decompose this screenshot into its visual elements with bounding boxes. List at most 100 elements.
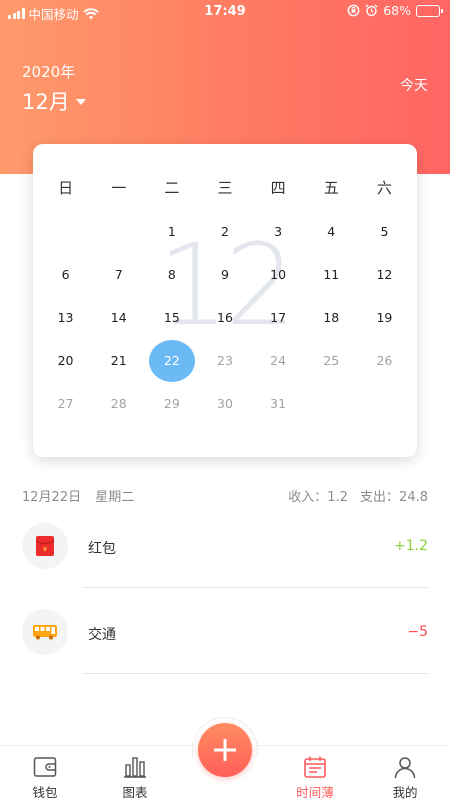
calendar-card: 12 日一二三四五六 1 2 3 4 5 6 7 8 9 10 11 12 13 14 15 16 17 18 19… <box>33 144 417 457</box>
calendar-day[interactable]: 27 <box>39 382 92 425</box>
tab-label: 时间薄 <box>296 785 334 800</box>
calendar-day[interactable]: 9 <box>198 253 251 296</box>
divider <box>82 673 428 674</box>
status-bar: 中国移动 17:49 68% <box>0 0 450 24</box>
calendar-day[interactable]: 8 <box>145 253 198 296</box>
calendar-day-number: 1 <box>167 224 176 239</box>
user-icon <box>394 756 416 778</box>
bus-icon <box>33 625 57 640</box>
calendar-day-number: 14 <box>110 310 127 325</box>
calendar-day-number: 19 <box>376 310 393 325</box>
calendar-day-number: 29 <box>163 396 180 411</box>
month-label: 12月 <box>22 90 70 114</box>
today-button[interactable]: 今天 <box>400 75 428 95</box>
calendar-day-number: 2 <box>221 224 229 239</box>
wallet-icon <box>33 756 57 777</box>
calendar-day-number: 21 <box>110 353 127 368</box>
calendar-day-number: 17 <box>270 310 287 325</box>
calendar-day-number: 4 <box>327 224 336 239</box>
calendar-empty-cell <box>92 210 145 253</box>
weekday-header: 日一二三四五六 <box>39 177 411 199</box>
svg-text:¥: ¥ <box>43 546 48 554</box>
calendar-day[interactable]: 21 <box>92 339 145 382</box>
list-item[interactable]: 交通 −5 <box>0 588 450 674</box>
calendar-day-number: 26 <box>376 353 393 368</box>
tab-label: 钱包 <box>32 785 58 800</box>
record-amount: −5 <box>407 624 428 640</box>
calendar-day-number: 9 <box>221 267 229 282</box>
tab-label: 我的 <box>392 785 418 800</box>
calendar-day-number: 5 <box>380 224 389 239</box>
record-list: ¥ 红包 +1.2 交通 −5 <box>0 502 450 674</box>
calendar-day[interactable]: 17 <box>252 296 305 339</box>
calendar-day[interactable]: 20 <box>39 339 92 382</box>
calendar-day[interactable]: 30 <box>198 382 251 425</box>
record-label: 交通 <box>88 627 116 643</box>
calendar-empty-cell <box>358 382 411 425</box>
calendar-day[interactable]: 13 <box>39 296 92 339</box>
calendar-day[interactable]: 19 <box>358 296 411 339</box>
tab-wallet[interactable]: 钱包 <box>0 746 90 800</box>
weekday-label: 三 <box>217 179 233 197</box>
calendar-day-number: 28 <box>110 396 127 411</box>
weekday-label: 二 <box>164 179 180 197</box>
calendar-day[interactable]: 11 <box>305 253 358 296</box>
tab-timebook[interactable]: 时间薄 <box>270 746 360 800</box>
calendar-day[interactable]: 12 <box>358 253 411 296</box>
calendar-week: 27 28 29 30 31 <box>39 382 411 425</box>
calendar-day[interactable]: 7 <box>92 253 145 296</box>
add-record-button[interactable] <box>198 723 252 777</box>
chart-icon <box>124 756 146 778</box>
alarm-icon <box>365 4 378 17</box>
calendar-week: 13 14 15 16 17 18 19 <box>39 296 411 339</box>
calendar-day[interactable]: 3 <box>252 210 305 253</box>
calendar-day-number: 30 <box>217 396 233 411</box>
calendar-day-number: 3 <box>274 224 283 239</box>
battery-percent: 68% <box>383 3 411 18</box>
weekday-label: 六 <box>376 179 392 197</box>
calendar-icon <box>304 756 326 778</box>
calendar-day-number: 27 <box>57 396 74 411</box>
tab-chart[interactable]: 图表 <box>90 746 180 800</box>
calendar-empty-cell <box>39 210 92 253</box>
calendar-day-number: 18 <box>323 310 340 325</box>
calendar-day-number: 16 <box>217 310 233 325</box>
calendar-day-number: 8 <box>167 267 176 282</box>
calendar-day[interactable]: 14 <box>92 296 145 339</box>
calendar-day[interactable]: 24 <box>252 339 305 382</box>
calendar-day[interactable]: 5 <box>358 210 411 253</box>
tab-me[interactable]: 我的 <box>360 746 450 800</box>
calendar-day[interactable]: 2 <box>198 210 251 253</box>
status-right: 68% <box>347 3 443 18</box>
calendar-day[interactable]: 16 <box>198 296 251 339</box>
record-label: 红包 <box>88 541 116 557</box>
calendar-day[interactable]: 28 <box>92 382 145 425</box>
calendar-week: 20 21 22 23 24 25 26 <box>39 339 411 382</box>
calendar-day[interactable]: 6 <box>39 253 92 296</box>
plus-icon <box>214 739 236 761</box>
calendar-day[interactable]: 15 <box>145 296 198 339</box>
list-item[interactable]: ¥ 红包 +1.2 <box>0 502 450 588</box>
calendar-day[interactable]: 25 <box>305 339 358 382</box>
record-icon-wrap <box>22 609 68 655</box>
calendar-week: 1 2 3 4 5 <box>39 210 411 253</box>
calendar-day-number: 10 <box>270 267 287 282</box>
calendar-day[interactable]: 23 <box>198 339 251 382</box>
calendar-day[interactable]: 22 <box>145 339 198 382</box>
calendar-day[interactable]: 4 <box>305 210 358 253</box>
battery-icon <box>416 4 443 17</box>
calendar-day[interactable]: 26 <box>358 339 411 382</box>
calendar-day-number: 23 <box>217 353 233 368</box>
rotation-lock-icon <box>347 4 360 17</box>
tab-label: 图表 <box>122 785 148 800</box>
month-selector[interactable]: 12月 <box>22 86 86 116</box>
calendar-day[interactable]: 10 <box>252 253 305 296</box>
calendar-day[interactable]: 31 <box>252 382 305 425</box>
calendar-day-number: 7 <box>114 267 123 282</box>
calendar-empty-cell <box>305 382 358 425</box>
calendar-day[interactable]: 18 <box>305 296 358 339</box>
red-envelope-icon: ¥ <box>35 536 55 556</box>
calendar-day[interactable]: 29 <box>145 382 198 425</box>
year-label: 2020年 <box>22 63 76 81</box>
calendar-day[interactable]: 1 <box>145 210 198 253</box>
